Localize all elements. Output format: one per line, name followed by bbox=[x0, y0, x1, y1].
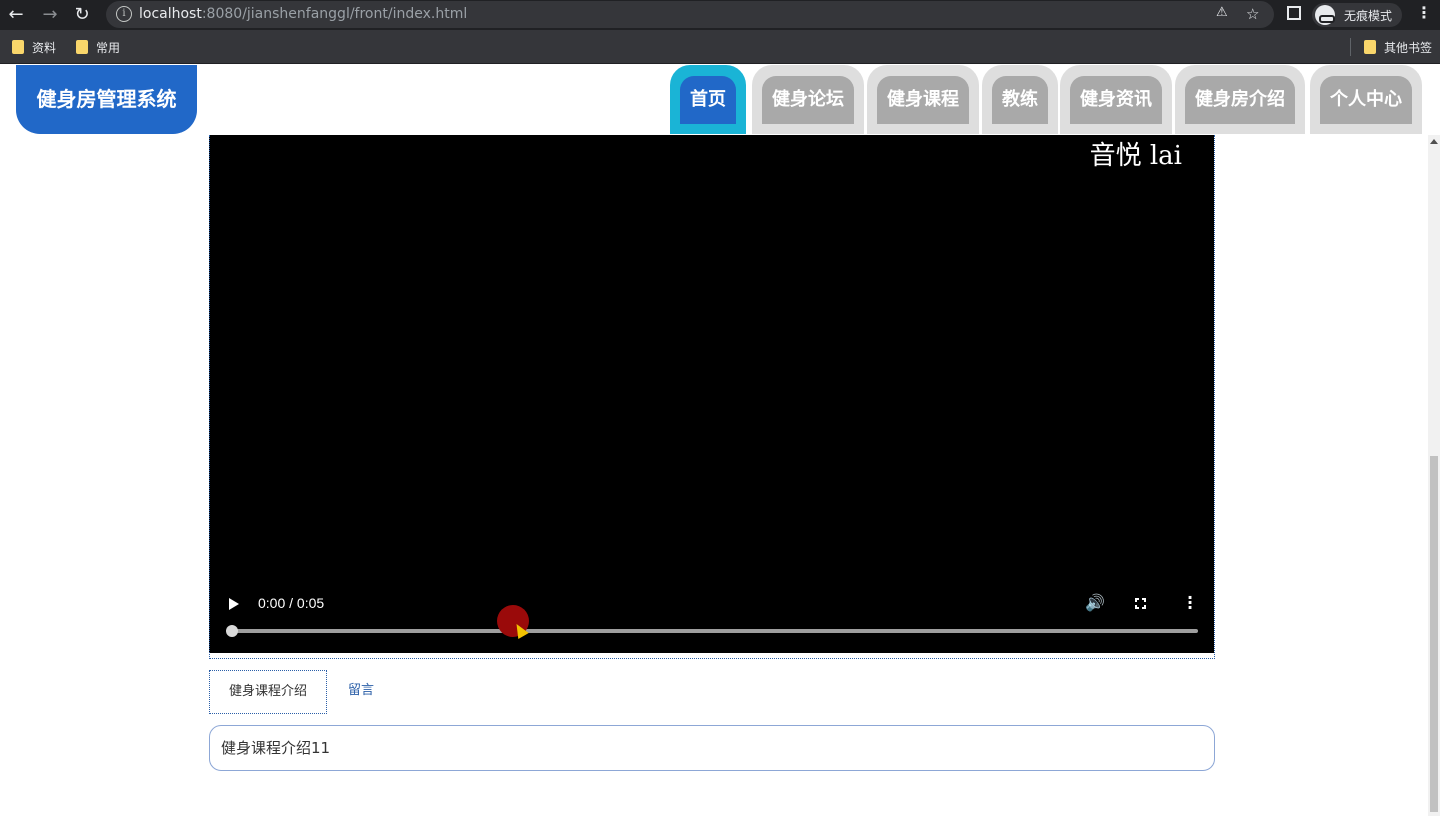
bookmark-folder-1[interactable]: 资料 bbox=[12, 39, 56, 55]
bookmark-label: 其他书签 bbox=[1384, 40, 1433, 55]
sidepanel-icon[interactable] bbox=[1287, 6, 1301, 20]
nav-gym-intro[interactable]: 健身房介绍 bbox=[1175, 65, 1305, 134]
folder-icon bbox=[76, 40, 88, 54]
incognito-indicator[interactable]: 无痕模式 bbox=[1312, 3, 1402, 27]
nav-label: 健身资讯 bbox=[1070, 76, 1162, 124]
blocked-icon[interactable]: ⚠ bbox=[1216, 5, 1228, 20]
nav-news[interactable]: 健身资讯 bbox=[1060, 65, 1172, 134]
tab-message[interactable]: 留言 bbox=[337, 670, 385, 714]
back-icon[interactable]: ← bbox=[4, 3, 28, 27]
forward-icon[interactable]: → bbox=[38, 3, 62, 27]
address-bar[interactable]: i localhost:8080/jianshenfanggl/front/in… bbox=[106, 1, 1274, 28]
folder-icon bbox=[1364, 40, 1376, 54]
incognito-label: 无痕模式 bbox=[1344, 9, 1393, 23]
nav-label: 健身房介绍 bbox=[1185, 76, 1295, 124]
bookmarks-bar: 资料 常用 其他书签 bbox=[0, 30, 1440, 64]
bookmark-separator bbox=[1350, 38, 1351, 56]
nav-label: 个人中心 bbox=[1320, 76, 1412, 124]
bookmark-label: 资料 bbox=[32, 40, 57, 55]
site-logo[interactable]: 健身房管理系统 bbox=[16, 65, 197, 134]
site-info-icon[interactable]: i bbox=[116, 6, 132, 22]
bookmark-folder-2[interactable]: 常用 bbox=[76, 39, 120, 55]
nav-label: 首页 bbox=[680, 76, 736, 124]
nav-forum[interactable]: 健身论坛 bbox=[752, 65, 864, 134]
reload-icon[interactable]: ↻ bbox=[70, 3, 94, 27]
course-intro-content: 健身课程介绍11 bbox=[209, 725, 1215, 771]
nav-profile[interactable]: 个人中心 bbox=[1310, 65, 1422, 134]
scroll-thumb[interactable] bbox=[1430, 456, 1438, 812]
page-scrollbar[interactable] bbox=[1428, 135, 1440, 816]
other-bookmarks[interactable]: 其他书签 bbox=[1364, 39, 1432, 55]
browser-titlebar: ← → ↻ i localhost:8080/jianshenfanggl/fr… bbox=[0, 0, 1440, 30]
video-frame bbox=[209, 135, 1215, 659]
nav-label: 教练 bbox=[992, 76, 1048, 124]
nav-courses[interactable]: 健身课程 bbox=[867, 65, 979, 134]
page-viewport: 音悦 lai 0:00 / 0:05 🔊 · · · 健身房管理系统 首页 健身论坛… bbox=[0, 65, 1428, 816]
scroll-up-icon[interactable] bbox=[1430, 139, 1438, 144]
tab-course-intro[interactable]: 健身课程介绍 bbox=[209, 670, 327, 714]
incognito-icon bbox=[1315, 5, 1335, 25]
url-text[interactable]: localhost:8080/jianshenfanggl/front/inde… bbox=[139, 6, 467, 22]
menu-dots-icon[interactable]: ⋮ bbox=[1416, 3, 1432, 22]
bookmark-star-icon[interactable]: ☆ bbox=[1246, 5, 1259, 23]
nav-label: 健身课程 bbox=[877, 76, 969, 124]
nav-home[interactable]: 首页 bbox=[670, 65, 746, 134]
nav-label: 健身论坛 bbox=[762, 76, 854, 124]
folder-icon bbox=[12, 40, 24, 54]
bookmark-label: 常用 bbox=[96, 40, 121, 55]
nav-coaches[interactable]: 教练 bbox=[982, 65, 1058, 134]
